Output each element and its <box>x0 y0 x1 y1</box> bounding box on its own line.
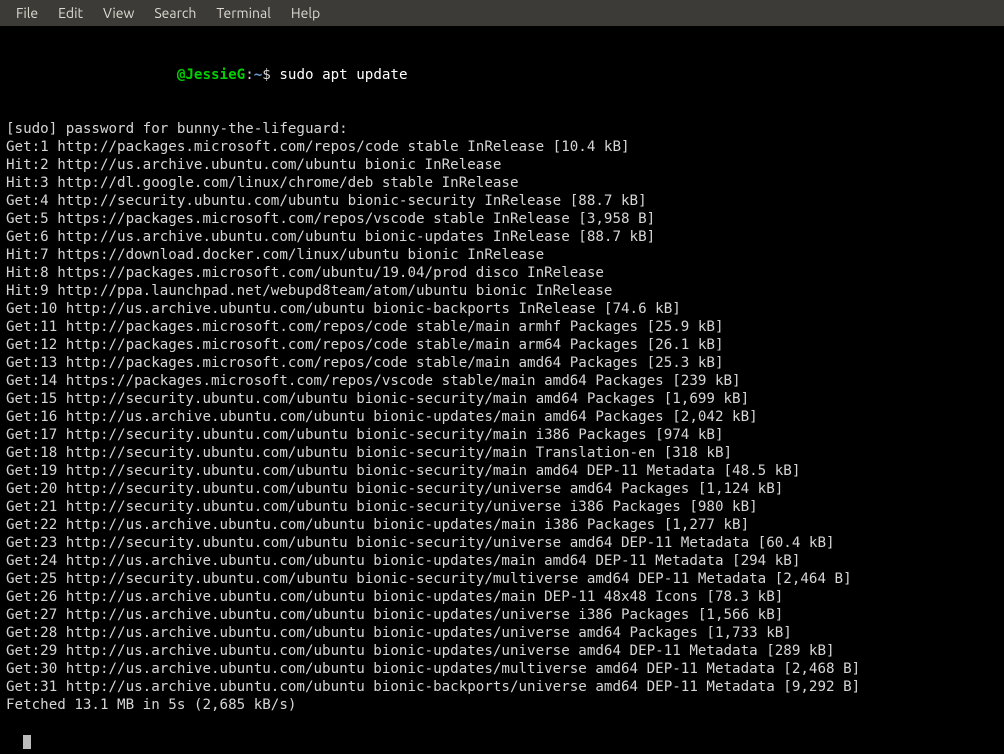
terminal-output-line: Get:23 http://security.ubuntu.com/ubuntu… <box>6 534 998 552</box>
terminal-output-line: Get:12 http://packages.microsoft.com/rep… <box>6 336 998 354</box>
terminal-output-line: Get:5 https://packages.microsoft.com/rep… <box>6 210 998 228</box>
terminal-output-line: Get:4 http://security.ubuntu.com/ubuntu … <box>6 192 998 210</box>
terminal-output-line: Get:14 https://packages.microsoft.com/re… <box>6 372 998 390</box>
terminal-output-line: Hit:2 http://us.archive.ubuntu.com/ubunt… <box>6 156 998 174</box>
menu-search[interactable]: Search <box>144 3 206 23</box>
terminal-output-line: Get:11 http://packages.microsoft.com/rep… <box>6 318 998 336</box>
terminal-viewport[interactable]: @JessieG:~$ sudo apt update [sudo] passw… <box>0 26 1004 754</box>
menu-edit[interactable]: Edit <box>48 3 93 23</box>
terminal-output-line: Fetched 13.1 MB in 5s (2,685 kB/s) <box>6 696 998 714</box>
terminal-output-line: Get:15 http://security.ubuntu.com/ubuntu… <box>6 390 998 408</box>
menu-terminal[interactable]: Terminal <box>206 3 281 23</box>
terminal-output-line: Hit:3 http://dl.google.com/linux/chrome/… <box>6 174 998 192</box>
terminal-output-line: Get:17 http://security.ubuntu.com/ubuntu… <box>6 426 998 444</box>
prompt-line: @JessieG:~$ sudo apt update <box>6 66 998 84</box>
terminal-output-line: Hit:7 https://download.docker.com/linux/… <box>6 246 998 264</box>
terminal-output-line: Get:19 http://security.ubuntu.com/ubuntu… <box>6 462 998 480</box>
terminal-output-line: Get:22 http://us.archive.ubuntu.com/ubun… <box>6 516 998 534</box>
prompt-cwd: ~ <box>254 67 263 83</box>
terminal-output-line: Get:27 http://us.archive.ubuntu.com/ubun… <box>6 606 998 624</box>
terminal-output-line: Get:24 http://us.archive.ubuntu.com/ubun… <box>6 552 998 570</box>
terminal-cursor <box>23 735 31 749</box>
prompt-command: sudo apt update <box>279 67 407 83</box>
terminal-output-line: Get:16 http://us.archive.ubuntu.com/ubun… <box>6 408 998 426</box>
menu-view[interactable]: View <box>93 3 144 23</box>
terminal-output-line: Get:31 http://us.archive.ubuntu.com/ubun… <box>6 678 998 696</box>
menu-file[interactable]: File <box>6 3 48 23</box>
menubar: File Edit View Search Terminal Help <box>0 0 1004 26</box>
terminal-output-line: Get:1 http://packages.microsoft.com/repo… <box>6 138 998 156</box>
terminal-output-line: Get:18 http://security.ubuntu.com/ubuntu… <box>6 444 998 462</box>
terminal-output-line: Get:10 http://us.archive.ubuntu.com/ubun… <box>6 300 998 318</box>
prompt-sigil: $ <box>262 67 279 83</box>
terminal-output-line: Get:21 http://security.ubuntu.com/ubuntu… <box>6 498 998 516</box>
terminal-output-line: Get:29 http://us.archive.ubuntu.com/ubun… <box>6 642 998 660</box>
terminal-output-line: Get:25 http://security.ubuntu.com/ubuntu… <box>6 570 998 588</box>
terminal-output-line: Hit:9 http://ppa.launchpad.net/webupd8te… <box>6 282 998 300</box>
terminal-output-line: Get:28 http://us.archive.ubuntu.com/ubun… <box>6 624 998 642</box>
terminal-output-line: Hit:8 https://packages.microsoft.com/ubu… <box>6 264 998 282</box>
terminal-output-line: Get:26 http://us.archive.ubuntu.com/ubun… <box>6 588 998 606</box>
prompt-sep: : <box>245 67 254 83</box>
terminal-output-line: Get:6 http://us.archive.ubuntu.com/ubunt… <box>6 228 998 246</box>
terminal-output-line: Get:13 http://packages.microsoft.com/rep… <box>6 354 998 372</box>
terminal-output-line: Get:20 http://security.ubuntu.com/ubuntu… <box>6 480 998 498</box>
menu-help[interactable]: Help <box>281 3 330 23</box>
terminal-output-line: [sudo] password for bunny-the-lifeguard: <box>6 120 998 138</box>
prompt-user-host: @JessieG <box>177 67 245 83</box>
terminal-output-line: Get:30 http://us.archive.ubuntu.com/ubun… <box>6 660 998 678</box>
terminal-output: [sudo] password for bunny-the-lifeguard:… <box>6 120 998 714</box>
